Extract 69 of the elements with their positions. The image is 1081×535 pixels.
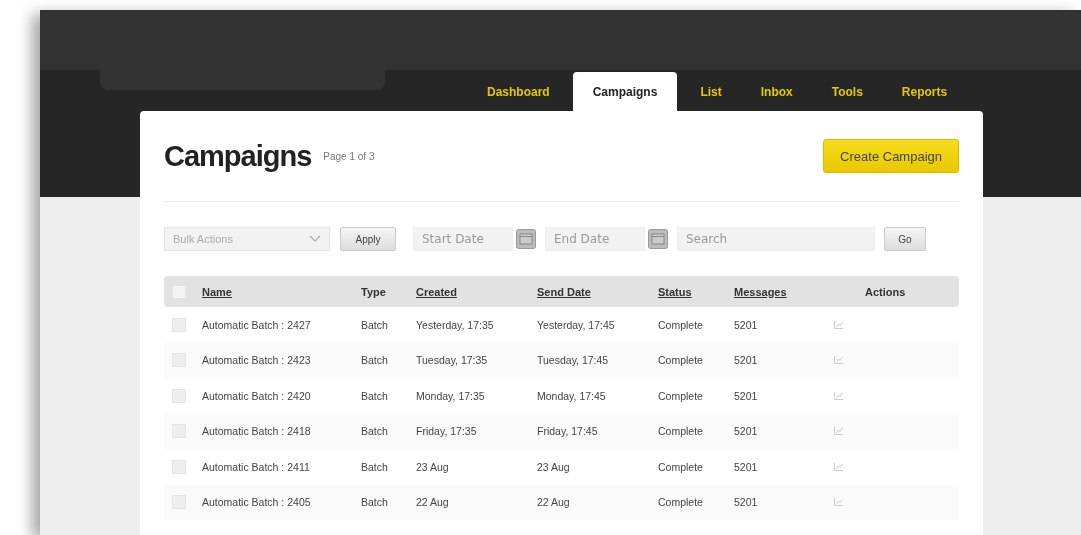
nav-tab[interactable]: List — [684, 72, 738, 111]
end-date-field[interactable]: End Date — [545, 227, 645, 251]
column-header[interactable]: Created — [416, 285, 457, 298]
calendar-icon[interactable] — [648, 229, 668, 249]
table-cell: Automatic Batch : 2418 — [202, 425, 311, 438]
table-cell: Batch — [361, 354, 388, 367]
column-header[interactable]: Name — [202, 285, 232, 298]
chart-icon[interactable] — [834, 320, 843, 329]
row-checkbox[interactable] — [172, 388, 186, 403]
table-cell: 5201 — [734, 496, 758, 509]
table-cell: Complete — [658, 496, 703, 509]
row-checkbox[interactable] — [172, 317, 186, 332]
table-cell: 5201 — [734, 460, 758, 473]
table-cell: Yesterday, 17:45 — [537, 318, 615, 331]
table-cell: Monday, 17:45 — [537, 389, 606, 402]
table-cell: Batch — [361, 389, 388, 402]
chart-icon[interactable] — [834, 498, 843, 507]
table-cell: Tuesday, 17:35 — [416, 354, 488, 367]
search-field[interactable]: Search — [677, 227, 875, 251]
table-cell: Tuesday, 17:45 — [537, 354, 609, 367]
nav-tab[interactable]: Dashboard — [471, 72, 566, 111]
table-cell: 22 Aug — [537, 496, 570, 509]
table-cell: Friday, 17:35 — [416, 425, 477, 438]
column-header[interactable]: Send Date — [537, 285, 591, 298]
chevron-down-icon — [309, 235, 321, 243]
nav-tab[interactable]: Campaigns — [572, 72, 678, 111]
table-cell: Monday, 17:35 — [416, 389, 485, 402]
table-cell: Complete — [658, 318, 703, 331]
calendar-icon[interactable] — [516, 229, 536, 249]
nav-tab[interactable]: Tools — [815, 72, 879, 111]
table-cell: 23 Aug — [416, 460, 449, 473]
page-title: Campaigns — [164, 139, 312, 173]
chart-icon[interactable] — [834, 462, 843, 471]
nav-tab[interactable]: Inbox — [744, 72, 809, 111]
start-date-field[interactable]: Start Date — [413, 227, 513, 251]
table-cell: Automatic Batch : 2420 — [202, 389, 311, 402]
chart-icon[interactable] — [834, 356, 843, 365]
table-cell: Friday, 17:45 — [537, 425, 598, 438]
column-header: Type — [361, 285, 386, 298]
go-button[interactable]: Go — [884, 227, 926, 251]
table-cell: Automatic Batch : 2423 — [202, 354, 311, 367]
table-cell: 5201 — [734, 318, 758, 331]
table-cell: Batch — [361, 425, 388, 438]
page-indicator: Page 1 of 3 — [323, 150, 375, 162]
table-cell: 5201 — [734, 354, 758, 367]
table-cell: 5201 — [734, 389, 758, 402]
table-cell: Complete — [658, 354, 703, 367]
apply-button[interactable]: Apply — [340, 227, 396, 251]
table-cell: Batch — [361, 460, 388, 473]
chart-icon[interactable] — [834, 391, 843, 400]
table-cell: Complete — [658, 389, 703, 402]
table-cell: Automatic Batch : 2427 — [202, 318, 311, 331]
table-cell: Complete — [658, 425, 703, 438]
row-checkbox[interactable] — [172, 459, 186, 474]
table-cell: 5201 — [734, 425, 758, 438]
column-header[interactable]: Messages — [734, 285, 787, 298]
table-cell: Complete — [658, 460, 703, 473]
table-cell: Automatic Batch : 2405 — [202, 496, 311, 509]
nav-tab[interactable]: Reports — [885, 72, 964, 111]
column-header: Actions — [865, 285, 906, 298]
table-cell: Yesterday, 17:35 — [416, 318, 494, 331]
create-campaign-button[interactable]: Create Campaign — [823, 139, 959, 173]
table-cell: 23 Aug — [537, 460, 570, 473]
column-header[interactable]: Status — [658, 285, 692, 298]
table-cell: 22 Aug — [416, 496, 449, 509]
chart-icon[interactable] — [834, 427, 843, 436]
table-cell: Batch — [361, 318, 388, 331]
table-cell: Batch — [361, 496, 388, 509]
table-cell: Automatic Batch : 2411 — [202, 460, 310, 473]
